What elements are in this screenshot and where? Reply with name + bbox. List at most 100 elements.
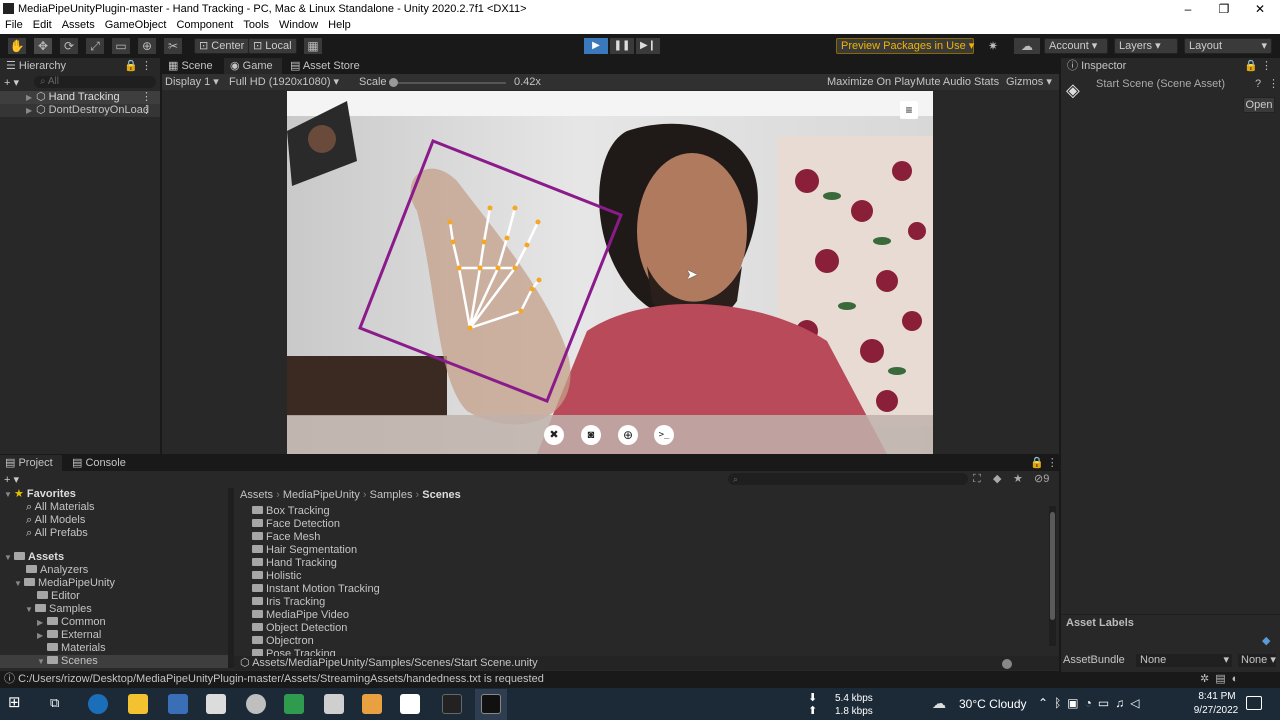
windows-start-icon[interactable]: ⊞ — [8, 695, 24, 711]
rotate-tool-icon[interactable]: ⟳ — [60, 38, 78, 54]
clock-date[interactable]: 9/27/2022 — [1186, 704, 1246, 717]
globe-button[interactable]: ⊕ — [618, 425, 638, 445]
list-item[interactable]: Pose Tracking — [252, 648, 552, 656]
move-tool-icon[interactable]: ✥ — [34, 38, 52, 54]
tab-game[interactable]: ◉ Game — [224, 58, 282, 74]
kebab-menu-icon[interactable]: ⋮ — [1268, 78, 1279, 91]
menu-gameobject[interactable]: GameObject — [100, 18, 172, 32]
tree-item[interactable]: Analyzers — [26, 564, 226, 577]
list-item[interactable]: Box Tracking — [252, 505, 552, 518]
store-icon[interactable] — [168, 694, 188, 714]
spinner-icon[interactable]: ◐ — [1232, 673, 1245, 685]
tab-project[interactable]: ▤ Project — [0, 455, 62, 471]
list-item[interactable]: Holistic — [252, 570, 552, 583]
mute-audio-toggle[interactable]: Mute Audio — [916, 76, 971, 89]
tree-item[interactable]: ▶ Common — [37, 616, 227, 629]
project-create-button[interactable]: + ▾ — [4, 473, 30, 486]
kebab-menu-icon[interactable]: ⋮ — [141, 58, 152, 74]
favorites-heading[interactable]: ▼ ★ Favorites — [4, 488, 224, 501]
hierarchy-item-dontdestroy[interactable]: ▶ ⬡ DontDestroyOnLoad ⋮ — [0, 104, 160, 117]
play-button[interactable]: ▶ — [584, 38, 608, 54]
hamburger-menu-button[interactable]: ≡ — [900, 101, 918, 119]
grid-snap-icon[interactable]: ▦ — [304, 38, 322, 54]
tree-item[interactable]: ▶ External — [37, 629, 227, 642]
edge-icon[interactable] — [88, 694, 108, 714]
microphone-icon[interactable]: ♫ — [1115, 696, 1130, 710]
layers-icon[interactable]: ▤ — [1215, 673, 1231, 685]
menu-edit[interactable]: Edit — [28, 18, 57, 32]
kebab-menu-icon[interactable]: ⋮ — [141, 91, 152, 104]
list-item[interactable]: Hand Tracking — [252, 557, 552, 570]
pivot-center-toggle[interactable]: ⊡ Center — [194, 38, 250, 54]
battery-icon[interactable]: ▭ — [1098, 696, 1115, 710]
list-item[interactable]: Hair Segmentation — [252, 544, 552, 557]
kebab-menu-icon[interactable]: ⋮ — [141, 104, 152, 117]
rect-tool-icon[interactable]: ▭ — [112, 38, 130, 54]
list-item[interactable]: Face Mesh — [252, 531, 552, 544]
tab-inspector[interactable]: ⓘ Inspector 🔒 ⋮ — [1061, 58, 1280, 74]
unity-hub-icon[interactable] — [400, 694, 420, 714]
lock-icon[interactable]: 🔒 — [1244, 58, 1258, 74]
list-item[interactable]: Face Detection — [252, 518, 552, 531]
label-tag-icon[interactable]: ◆ — [1262, 635, 1274, 648]
breadcrumb-item[interactable]: Scenes — [422, 489, 461, 501]
chevron-up-icon[interactable]: ⌃ — [1038, 696, 1054, 710]
nvidia-icon[interactable]: ▣ — [1067, 696, 1084, 710]
open-button[interactable]: Open — [1243, 97, 1275, 113]
list-item[interactable]: Objectron — [252, 635, 552, 648]
list-item[interactable]: Instant Motion Tracking — [252, 583, 552, 596]
tree-item[interactable]: ▼ Samples — [25, 603, 225, 616]
resolution-dropdown[interactable]: Full HD (1920x1080) ▾ — [229, 76, 354, 89]
tab-scene[interactable]: ▦ Scene — [164, 58, 222, 74]
bluetooth-icon[interactable]: ᛒ — [1054, 696, 1067, 710]
account-dropdown[interactable]: Account ▾ — [1044, 38, 1108, 54]
tree-item-selected[interactable]: ▼ Scenes — [0, 655, 228, 668]
help-icon[interactable]: ? — [1255, 78, 1267, 91]
clock-time[interactable]: 8:41 PM — [1192, 690, 1242, 703]
lock-icon[interactable]: 🔒 — [124, 58, 138, 74]
breadcrumb-item[interactable]: Samples — [370, 489, 413, 501]
close-button[interactable]: ✕ — [1242, 1, 1278, 17]
phone-link-icon[interactable] — [284, 694, 304, 714]
scale-slider-track[interactable] — [392, 82, 506, 84]
tab-asset-store[interactable]: ▤ Asset Store — [286, 58, 366, 74]
asset-bundle-variant-dropdown[interactable]: None ▾ — [1238, 654, 1276, 667]
scrollbar-thumb[interactable] — [1050, 512, 1055, 620]
notification-center-icon[interactable] — [1246, 696, 1262, 710]
filter-label-icon[interactable]: ◆ — [993, 473, 1007, 486]
hierarchy-search-input[interactable]: ⌕ All — [34, 76, 156, 88]
display-dropdown[interactable]: Display 1 ▾ — [165, 76, 225, 89]
project-search-input[interactable]: ⌕ — [728, 473, 968, 485]
debug-icon[interactable]: ✲ — [1200, 673, 1215, 685]
maximize-on-play-toggle[interactable]: Maximize On Play — [827, 76, 916, 89]
notepad-icon[interactable] — [324, 694, 344, 714]
task-view-icon[interactable]: ⧉ — [50, 695, 66, 711]
unity-icon[interactable] — [442, 694, 462, 714]
favorite-item[interactable]: ⌕ All Prefabs — [26, 527, 226, 540]
gizmos-dropdown[interactable]: Gizmos ▾ — [1006, 76, 1054, 89]
file-explorer-icon[interactable] — [128, 694, 148, 714]
step-button[interactable]: ▶❙ — [636, 38, 660, 54]
favorite-item[interactable]: ⌕ All Materials — [26, 501, 226, 514]
menu-window[interactable]: Window — [274, 18, 323, 32]
collab-icon[interactable]: ✷ — [984, 38, 1002, 54]
favorite-star-icon[interactable]: ★ — [1013, 473, 1027, 486]
layout-dropdown[interactable]: Layout ▾ — [1184, 38, 1272, 54]
cloud-icon[interactable]: ☁ — [932, 696, 952, 710]
hidden-packages-toggle[interactable]: ⊘9 — [1034, 473, 1056, 486]
wifi-icon[interactable]: ◔ — [1085, 696, 1098, 710]
kebab-menu-icon[interactable]: ⋮ — [1261, 58, 1272, 74]
console-button[interactable]: >_ — [654, 425, 674, 445]
unity-editor-icon[interactable] — [481, 694, 501, 714]
menu-assets[interactable]: Assets — [57, 18, 100, 32]
preview-packages-dropdown[interactable]: Preview Packages in Use ▾ — [836, 38, 974, 54]
transform-tool-icon[interactable]: ⊕ — [138, 38, 156, 54]
hand-tool-icon[interactable]: ✋ — [8, 38, 26, 54]
volume-icon[interactable]: ◁ — [1130, 696, 1145, 710]
menu-help[interactable]: Help — [323, 18, 356, 32]
app-icon[interactable] — [246, 694, 266, 714]
icon-size-slider[interactable] — [1002, 659, 1012, 669]
stats-toggle[interactable]: Stats — [974, 76, 1000, 89]
menu-component[interactable]: Component — [171, 18, 238, 32]
menu-tools[interactable]: Tools — [238, 18, 274, 32]
